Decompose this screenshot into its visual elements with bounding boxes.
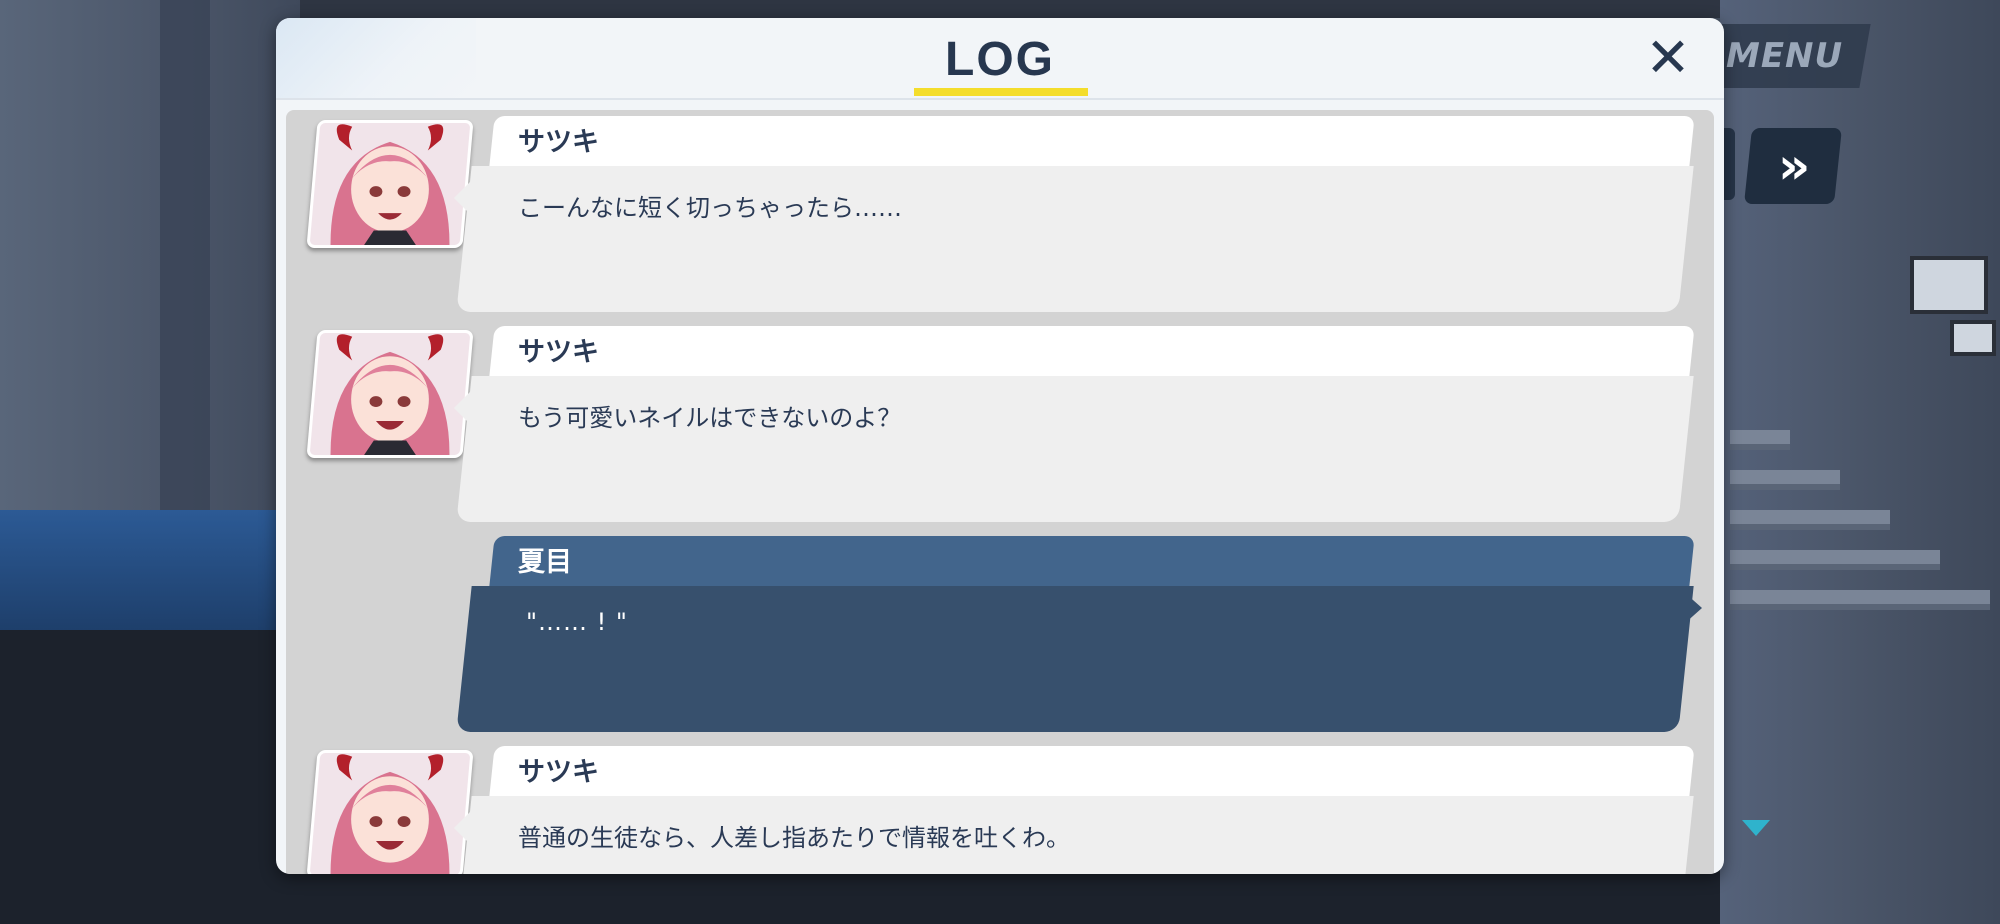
next-indicator-icon xyxy=(1742,820,1770,836)
speaker-name-bar xyxy=(489,326,1695,376)
fast-forward-button[interactable]: » xyxy=(1744,128,1842,204)
title-underline xyxy=(914,88,1088,96)
bubble-tail xyxy=(1684,592,1702,624)
wall-picture-frame-small xyxy=(1950,320,1996,356)
dialogue-text: 普通の生徒なら、人差し指あたりで情報を吐くわ。 xyxy=(518,824,1070,852)
character-portrait xyxy=(306,120,474,248)
log-panel-header: LOG ✕ xyxy=(276,18,1724,100)
fast-forward-icon: » xyxy=(1777,137,1801,195)
speaker-name-bar xyxy=(489,116,1695,166)
close-button[interactable]: ✕ xyxy=(1640,30,1696,86)
log-entry: サツキ こーんなに短く切っちゃったら…… xyxy=(286,116,1714,322)
bubble-tail xyxy=(454,182,470,214)
dialogue-text: "…… ! " xyxy=(526,608,628,636)
satsuki-portrait-icon xyxy=(309,750,471,874)
log-entry-player: 夏目 "…… ! " xyxy=(286,536,1714,742)
satsuki-portrait-icon xyxy=(309,330,471,458)
log-title: LOG xyxy=(945,33,1055,86)
satsuki-portrait-icon xyxy=(309,120,471,248)
dialogue-text: こーんなに短く切っちゃったら…… xyxy=(518,194,902,222)
staircase-step xyxy=(1730,430,1790,450)
staircase-step xyxy=(1730,470,1840,490)
dialogue-text: もう可愛いネイルはできないのよ？ xyxy=(518,404,902,432)
menu-label: MENU xyxy=(1726,36,1844,76)
speaker-name: サツキ xyxy=(518,337,599,368)
staircase-step xyxy=(1730,550,1940,570)
character-portrait xyxy=(306,750,474,874)
speaker-name: サツキ xyxy=(518,757,599,788)
bubble-tail xyxy=(454,392,470,424)
speaker-name: 夏目 xyxy=(518,547,572,578)
speaker-name-bar xyxy=(489,746,1695,796)
character-portrait xyxy=(306,330,474,458)
staircase-step xyxy=(1730,590,1990,610)
wall-picture-frame xyxy=(1910,256,1988,314)
speaker-name-bar xyxy=(489,536,1695,586)
log-list[interactable]: サツキ こーんなに短く切っちゃったら…… サツキ もう可愛いネイルはできないのよ… xyxy=(286,110,1714,874)
log-entry: サツキ 普通の生徒なら、人差し指あたりで情報を吐くわ。 xyxy=(286,746,1714,874)
staircase-step xyxy=(1730,510,1890,530)
close-icon: ✕ xyxy=(1645,26,1691,89)
ceiling xyxy=(0,0,2000,18)
log-panel: LOG ✕ サツキ こーんなに短く切っちゃったら…… サツキ もう可愛いネイルは… xyxy=(276,18,1724,874)
log-entry: サツキ もう可愛いネイルはできないのよ？ xyxy=(286,326,1714,532)
dialogue-bubble xyxy=(456,586,1694,732)
speaker-name: サツキ xyxy=(518,127,599,158)
blue-floor-mat xyxy=(0,510,290,630)
menu-button[interactable]: MENU xyxy=(1699,24,1871,88)
bubble-tail xyxy=(454,812,470,844)
